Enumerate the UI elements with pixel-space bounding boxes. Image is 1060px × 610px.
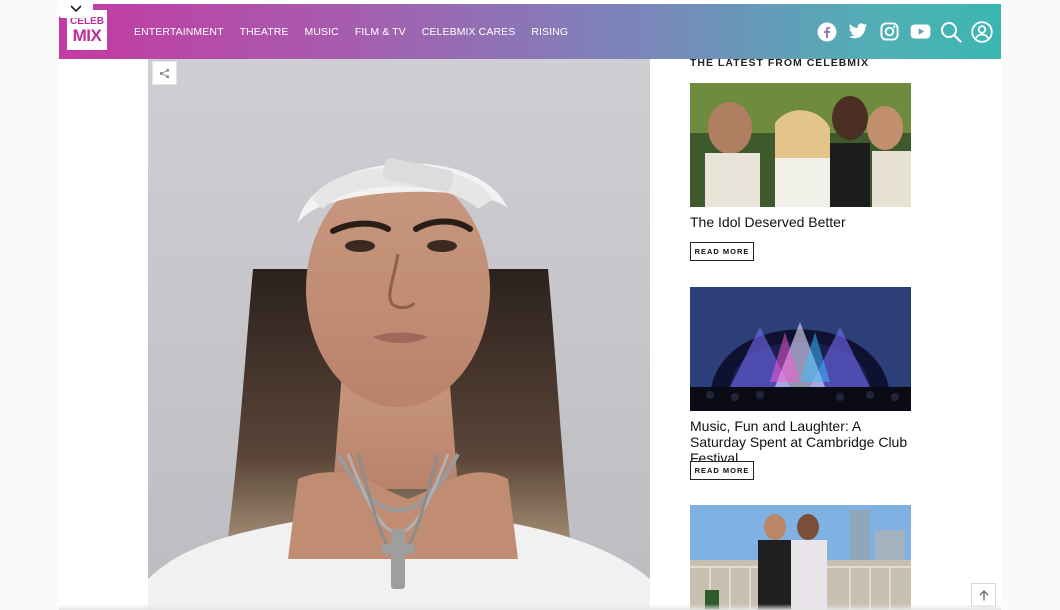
post-thumbnail-image bbox=[690, 505, 911, 610]
read-more-button[interactable]: READ MORE bbox=[690, 242, 754, 261]
logo-text-top: CELEB bbox=[70, 15, 104, 27]
menu-toggle[interactable] bbox=[59, 0, 93, 18]
header-top-strip bbox=[59, 0, 1001, 4]
post-thumbnail-image bbox=[690, 287, 911, 411]
post-thumbnail[interactable] bbox=[690, 287, 911, 411]
instagram-icon[interactable] bbox=[878, 21, 900, 43]
main-nav: ENTERTAINMENT THEATRE MUSIC FILM & TV CE… bbox=[126, 4, 576, 59]
header-icons bbox=[816, 4, 993, 59]
user-icon[interactable] bbox=[971, 20, 993, 43]
share-button[interactable] bbox=[152, 61, 177, 85]
post-thumbnail[interactable] bbox=[690, 83, 911, 207]
right-gutter bbox=[1001, 0, 1060, 610]
nav-theatre[interactable]: THEATRE bbox=[232, 26, 297, 38]
facebook-icon[interactable] bbox=[816, 21, 838, 43]
search-icon[interactable] bbox=[940, 21, 962, 43]
arrow-up-icon bbox=[979, 589, 988, 600]
post-thumbnail[interactable] bbox=[690, 505, 911, 610]
read-more-button[interactable]: READ MORE bbox=[690, 461, 754, 480]
left-gutter bbox=[0, 0, 59, 610]
nav-music[interactable]: MUSIC bbox=[297, 26, 347, 38]
nav-film-tv[interactable]: FILM & TV bbox=[347, 26, 414, 38]
site-header: CELEB MIX ENTERTAINMENT THEATRE MUSIC FI… bbox=[59, 4, 1001, 59]
hero-portrait bbox=[148, 158, 650, 610]
post-title[interactable]: Music, Fun and Laughter: A Saturday Spen… bbox=[690, 418, 912, 466]
chevron-down-icon bbox=[70, 5, 82, 13]
nav-rising[interactable]: RISING bbox=[523, 26, 576, 38]
logo-text-bottom: MIX bbox=[72, 25, 102, 45]
hero-image bbox=[148, 59, 650, 610]
page-bottom-fade bbox=[59, 604, 1001, 610]
share-icon bbox=[159, 68, 170, 78]
youtube-icon[interactable] bbox=[909, 21, 931, 43]
post-title[interactable]: The Idol Deserved Better bbox=[690, 214, 912, 230]
nav-entertainment[interactable]: ENTERTAINMENT bbox=[126, 26, 232, 38]
twitter-icon[interactable] bbox=[847, 21, 869, 43]
nav-celebmix-cares[interactable]: CELEBMIX CARES bbox=[414, 26, 524, 38]
post-thumbnail-image bbox=[690, 83, 911, 207]
